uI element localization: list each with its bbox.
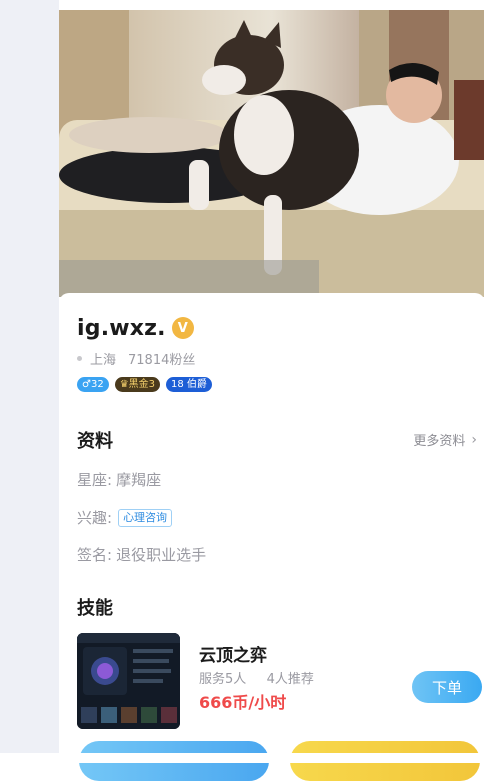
- gender-age-badge: ♂32: [77, 377, 109, 392]
- signature-label: 签名:: [77, 546, 113, 564]
- followers-count: 71814粉丝: [128, 353, 196, 368]
- interest-label: 兴趣:: [77, 509, 113, 527]
- username: ig.wxz.: [77, 315, 166, 341]
- order-button[interactable]: 下单: [412, 671, 482, 703]
- interest-tag[interactable]: 心理咨询: [118, 508, 173, 527]
- signature-row: 签名: 退役职业选手: [77, 544, 206, 565]
- profile-card: ig.wxz. V 上海 71814粉丝 ♂32 ♛黑金3 18 伯爵 资料 更…: [59, 293, 485, 763]
- location-row: 上海 71814粉丝: [77, 349, 195, 368]
- info-section-title: 资料: [77, 431, 113, 452]
- rank-badge: ♛黑金3: [114, 377, 161, 392]
- name-row: ig.wxz. V: [77, 313, 194, 343]
- left-background-strip: [0, 0, 59, 753]
- right-edge: [484, 0, 495, 763]
- signature-value: 退役职业选手: [116, 546, 207, 564]
- skill-stats: 服务5人 4人推荐: [199, 668, 314, 687]
- recommend-count: 4人推荐: [266, 672, 314, 687]
- constellation-row: 星座: 摩羯座: [77, 469, 161, 490]
- profile-cover-photo: [59, 10, 485, 297]
- bottom-band: [0, 753, 495, 763]
- constellation-label: 星座:: [77, 471, 113, 489]
- game-thumbnail: [77, 633, 180, 729]
- location-text: 上海: [90, 353, 117, 368]
- more-info-label: 更多资料: [413, 434, 466, 449]
- constellation-value: 摩羯座: [116, 471, 162, 489]
- chevron-right-icon: ›: [471, 431, 477, 448]
- location-dot-icon: [77, 356, 82, 361]
- verified-icon: V: [171, 317, 194, 339]
- badge-row: ♂32 ♛黑金3 18 伯爵: [77, 377, 212, 392]
- skill-game-name: 云顶之弈: [199, 646, 267, 666]
- noble-badge: 18 伯爵: [166, 377, 212, 392]
- skill-price: 666币/小时: [199, 693, 287, 712]
- more-info-link[interactable]: 更多资料 ›: [413, 430, 477, 450]
- interest-row: 兴趣: 心理咨询: [77, 507, 173, 528]
- service-count: 服务5人: [199, 672, 247, 687]
- skills-section-title: 技能: [77, 598, 113, 619]
